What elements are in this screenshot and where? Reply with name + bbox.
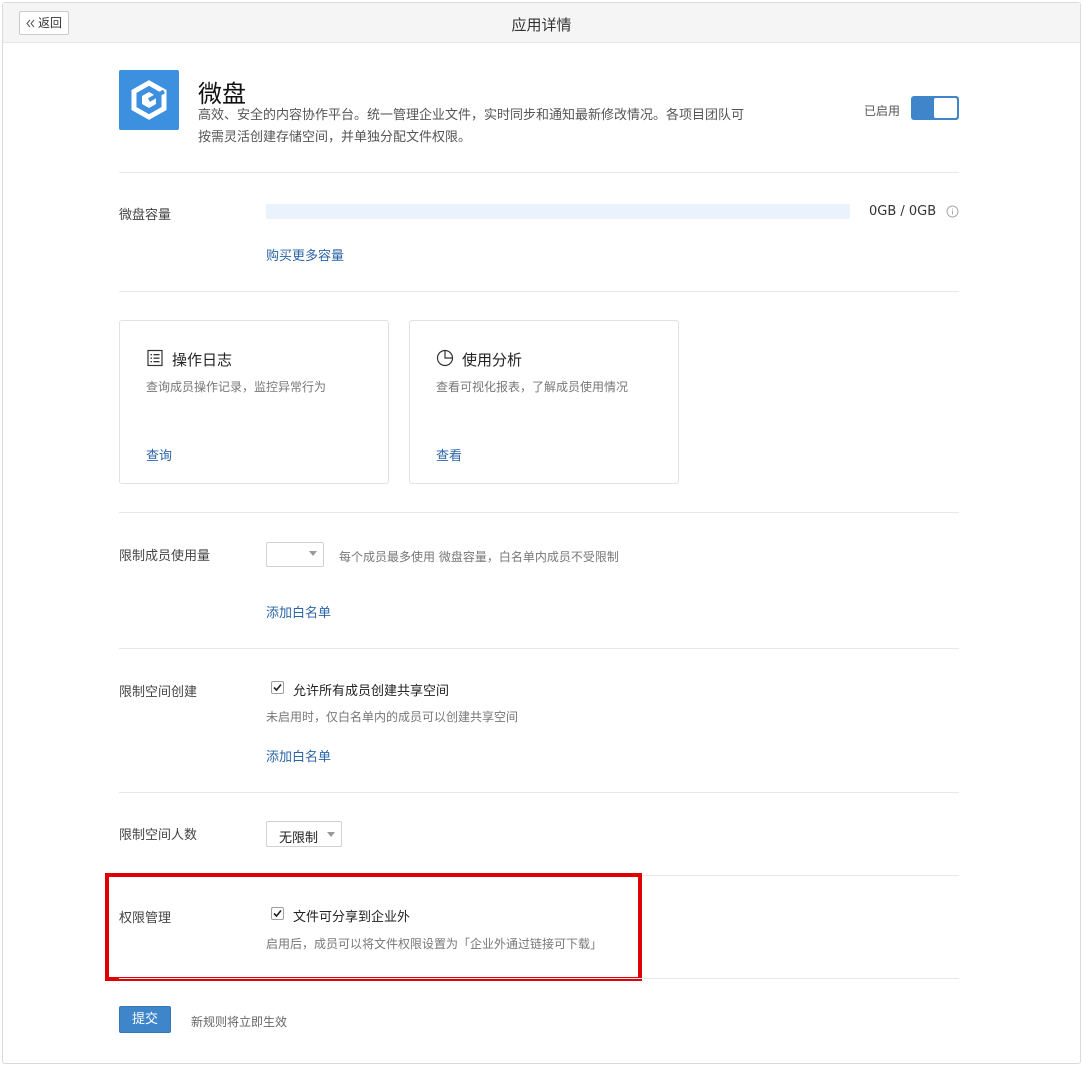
divider [119,648,959,649]
top-bar: 返回 应用详情 [3,3,1080,43]
info-icon[interactable] [946,205,959,218]
allow-create-space-checkbox[interactable] [271,681,284,694]
checkmark-icon [273,683,282,692]
submit-button[interactable]: 提交 [119,1006,171,1033]
capacity-label: 微盘容量 [119,208,172,223]
capacity-value: 0GB / 0GB [869,204,937,219]
app-description-line: 按需灵活创建存储空间，并单独分配文件权限。 [198,130,472,145]
dropdown-arrow-icon [309,551,317,556]
page-title: 应用详情 [511,16,572,34]
divider [119,291,959,292]
app-description-line: 高效、安全的内容协作平台。统一管理企业文件，实时同步和通知最新修改情况。各项目团… [198,108,745,123]
highlight-box [105,873,642,981]
member-limit-label: 限制成员使用量 [119,549,211,564]
space-create-label: 限制空间创建 [119,685,198,700]
space-create-hint: 未启用时，仅白名单内的成员可以创建共享空间 [266,710,519,724]
divider [119,512,959,513]
buy-more-capacity-link[interactable]: 购买更多容量 [266,245,344,264]
space-people-select[interactable]: 无限制 [266,821,342,847]
card-description: 查看可视化报表，了解成员使用情况 [436,380,629,394]
card-title: 操作日志 [172,351,233,369]
pie-chart-icon [436,349,454,367]
status-label: 已启用 [864,104,901,118]
member-limit-select[interactable] [266,542,324,567]
toggle-knob [934,98,957,118]
add-whitelist-link[interactable]: 添加白名单 [266,746,331,765]
capacity-progress-bar [266,204,850,219]
card-usage-analysis: 使用分析 查看可视化报表，了解成员使用情况 查看 [409,320,679,484]
dropdown-arrow-icon [327,832,335,837]
view-analysis-link[interactable]: 查看 [436,445,462,464]
query-log-link[interactable]: 查询 [146,445,172,464]
allow-create-space-label: 允许所有成员创建共享空间 [293,684,450,699]
divider [119,792,959,793]
divider [119,172,959,173]
list-icon [147,349,163,367]
member-limit-hint: 每个成员最多使用 微盘容量，白名单内成员不受限制 [339,550,619,564]
divider [119,978,959,979]
app-description: 高效、安全的内容协作平台。统一管理企业文件，实时同步和通知最新修改情况。各项目团… [198,105,798,149]
card-operation-log: 操作日志 查询成员操作记录，监控异常行为 查询 [119,320,389,484]
space-people-select-value: 无限制 [279,831,319,846]
card-description: 查询成员操作记录，监控异常行为 [146,380,327,394]
card-title: 使用分析 [462,351,523,369]
app-name: 微盘 [198,80,246,108]
weipan-logo-icon [119,70,179,130]
add-whitelist-link[interactable]: 添加白名单 [266,602,331,621]
space-people-label: 限制空间人数 [119,828,198,843]
enable-toggle[interactable] [911,96,959,120]
submit-hint: 新规则将立即生效 [191,1015,288,1029]
